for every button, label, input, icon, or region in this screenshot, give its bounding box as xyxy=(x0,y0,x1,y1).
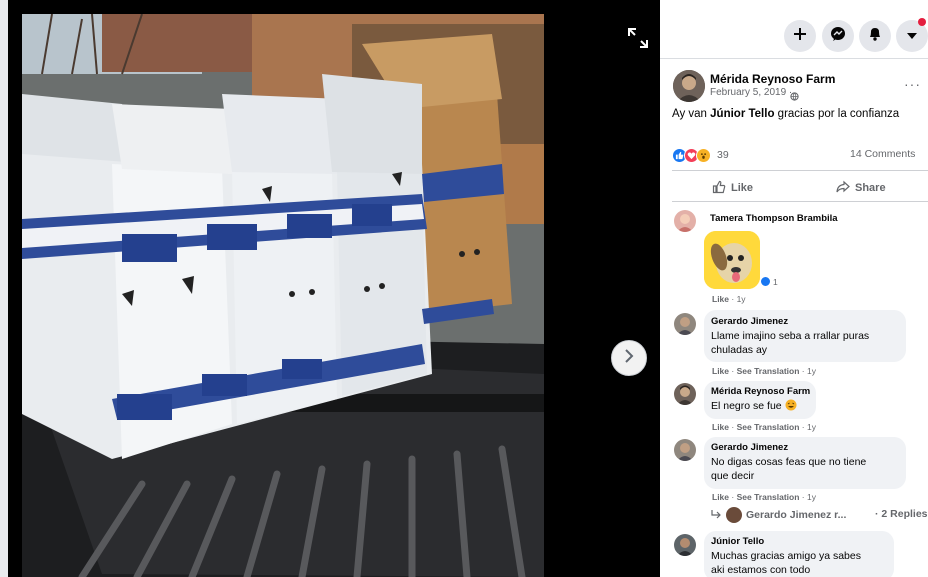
comment-text: chuladas ay xyxy=(711,344,768,356)
top-bar xyxy=(660,0,928,62)
messenger-icon xyxy=(830,26,846,47)
comment-author[interactable]: Mérida Reynoso Farm xyxy=(711,386,810,397)
reactions-count: 39 xyxy=(717,149,729,161)
page-name[interactable]: Mérida Reynoso Farm xyxy=(710,72,835,86)
like-label: Like xyxy=(731,182,754,194)
more-options-button[interactable]: ··· xyxy=(904,76,921,92)
comment-like-link[interactable]: Like xyxy=(712,294,729,304)
comment-like-link[interactable]: Like xyxy=(712,366,729,376)
avatar xyxy=(726,507,742,523)
comment-text: El negro se fue xyxy=(711,399,797,415)
replies-label: Gerardo Jimenez r... xyxy=(746,509,847,521)
comment-author[interactable]: Tamera Thompson Brambila xyxy=(710,213,838,224)
comment-text-content: El negro se fue xyxy=(711,400,782,412)
laughing-emoji-icon xyxy=(785,399,797,415)
expand-icon[interactable] xyxy=(626,26,650,50)
reactions-summary[interactable]: 39 xyxy=(672,146,729,164)
comments-count-link[interactable]: 14 Comments xyxy=(850,148,915,160)
divider xyxy=(672,201,928,202)
comment-text: aki estamos con todo xyxy=(711,564,811,576)
notifications-button[interactable] xyxy=(859,20,891,52)
post-text: Ay van Júnior Tello gracias por la confi… xyxy=(672,108,899,120)
post-header: Mérida Reynoso Farm February 5, 2019 · ·… xyxy=(670,70,928,106)
comment-author[interactable]: Júnior Tello xyxy=(711,536,764,547)
mention-link[interactable]: Júnior Tello xyxy=(710,108,774,120)
see-translation-link[interactable]: See Translation xyxy=(737,422,800,432)
divider xyxy=(672,170,928,171)
comment-like-link[interactable]: Like xyxy=(712,422,729,432)
post-date[interactable]: February 5, 2019 · xyxy=(710,87,792,98)
wow-reaction-icon xyxy=(696,147,711,163)
comment-meta: Like · See Translation · 1y xyxy=(712,366,816,376)
meta-separator: · xyxy=(729,492,737,502)
comment-author[interactable]: Gerardo Jimenez xyxy=(711,316,788,327)
sticker-reaction-count: 1 xyxy=(773,276,778,287)
comment-text: que decir xyxy=(711,470,755,482)
share-icon xyxy=(836,180,850,197)
post-panel: Mérida Reynoso Farm February 5, 2019 · ·… xyxy=(660,0,928,577)
post-photo xyxy=(22,14,544,577)
avatar[interactable] xyxy=(674,313,696,335)
avatar[interactable] xyxy=(674,383,696,405)
replies-count[interactable]: · 2 Replies xyxy=(875,508,928,520)
comment-meta: Like · See Translation · 1y xyxy=(712,492,816,502)
avatar[interactable] xyxy=(674,439,696,461)
next-photo-button[interactable] xyxy=(611,340,647,376)
see-translation-link[interactable]: See Translation xyxy=(737,492,800,502)
comment-age: · 1y xyxy=(799,422,816,432)
bell-icon xyxy=(868,26,882,46)
comment-text: Muchas gracias amigo ya sabes xyxy=(711,550,861,562)
comment-age: · 1y xyxy=(729,294,746,304)
meta-separator: · xyxy=(729,366,737,376)
messenger-button[interactable] xyxy=(822,20,854,52)
comment-like-link[interactable]: Like xyxy=(712,492,729,502)
share-label: Share xyxy=(855,182,886,194)
photo-viewer xyxy=(0,0,660,577)
reply-arrow-icon xyxy=(710,509,722,522)
globe-icon xyxy=(790,88,799,106)
comment-text: Llame imajino seba a rrallar puras xyxy=(711,330,870,342)
avatar[interactable] xyxy=(674,210,696,232)
meta-separator: · xyxy=(729,422,737,432)
caret-down-icon xyxy=(906,27,918,45)
thumbs-up-icon xyxy=(712,180,726,197)
plus-icon xyxy=(793,27,807,46)
comment-meta: Like · 1y xyxy=(712,294,746,304)
chevron-right-icon xyxy=(622,348,636,368)
share-button[interactable]: Share xyxy=(836,178,886,198)
sticker-reactions[interactable]: 1 xyxy=(760,276,778,287)
post-text-rest: gracias por la confianza xyxy=(774,108,900,120)
divider xyxy=(660,58,928,59)
notification-dot xyxy=(918,18,926,26)
view-replies-link[interactable]: Gerardo Jimenez r... xyxy=(710,507,846,523)
avatar[interactable] xyxy=(674,534,696,556)
avatar[interactable] xyxy=(673,70,705,102)
comment-text: No digas cosas feas que no tiene xyxy=(711,456,867,468)
comment-author[interactable]: Gerardo Jimenez xyxy=(711,442,788,453)
like-button[interactable]: Like xyxy=(712,178,753,198)
create-button[interactable] xyxy=(784,20,816,52)
post-text-intro: Ay van xyxy=(672,108,711,120)
viewer-edge xyxy=(0,0,8,577)
comment-age: · 1y xyxy=(799,366,816,376)
comment-meta: Like · See Translation · 1y xyxy=(712,422,816,432)
comment-sticker xyxy=(704,231,760,289)
like-reaction-icon xyxy=(760,276,771,287)
comment-age: · 1y xyxy=(799,492,816,502)
see-translation-link[interactable]: See Translation xyxy=(737,366,800,376)
